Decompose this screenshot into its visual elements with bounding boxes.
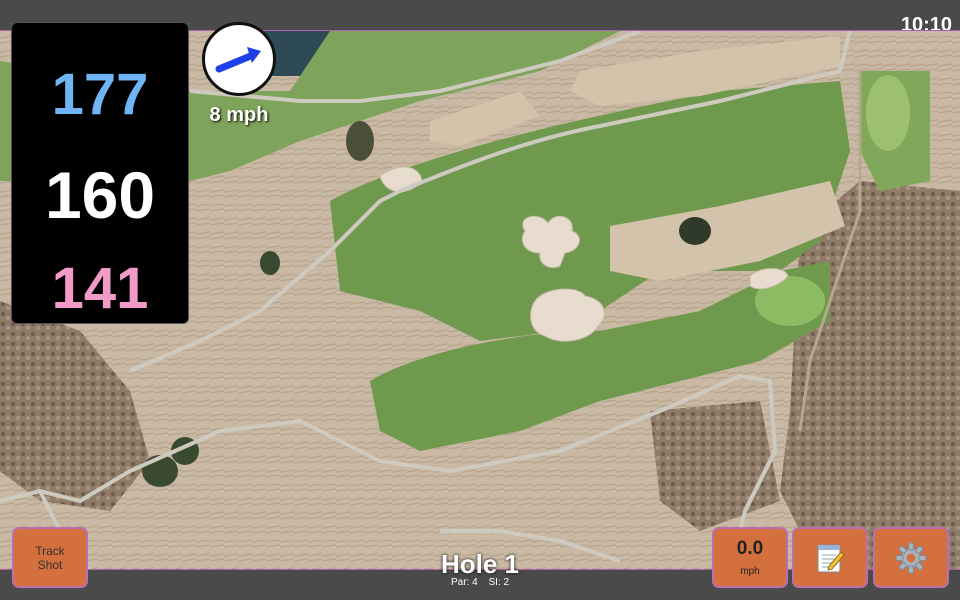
hole-par: Par: 4 <box>450 577 478 588</box>
wind-compass <box>202 22 276 96</box>
hole-si: SI: 2 <box>488 577 510 588</box>
arrow-right-icon <box>215 47 261 73</box>
track-shot-label-line1: Track <box>35 543 65 558</box>
gear-icon <box>895 542 927 573</box>
front-yardage: 141 <box>51 256 149 321</box>
yardage-panel: 177 160 141 <box>11 22 189 324</box>
track-shot-button[interactable]: Track Shot <box>12 527 88 588</box>
hole-meta: Par: 4 SI: 2 <box>380 577 580 588</box>
speed-value: 0.0 <box>736 538 764 559</box>
settings-button[interactable] <box>873 527 949 588</box>
notepad-icon <box>817 544 845 572</box>
notes-button[interactable] <box>792 527 868 588</box>
hole-title: Hole 1 <box>440 549 520 579</box>
middle-yardage: 160 <box>44 158 156 232</box>
wind-speed-label: 8 mph <box>209 104 269 126</box>
track-shot-label-line2: Shot <box>37 557 63 572</box>
speed-unit: mph <box>740 566 760 577</box>
speed-button[interactable]: 0.0 mph <box>712 527 788 588</box>
back-yardage: 177 <box>51 62 149 127</box>
green-top-right <box>866 75 910 151</box>
